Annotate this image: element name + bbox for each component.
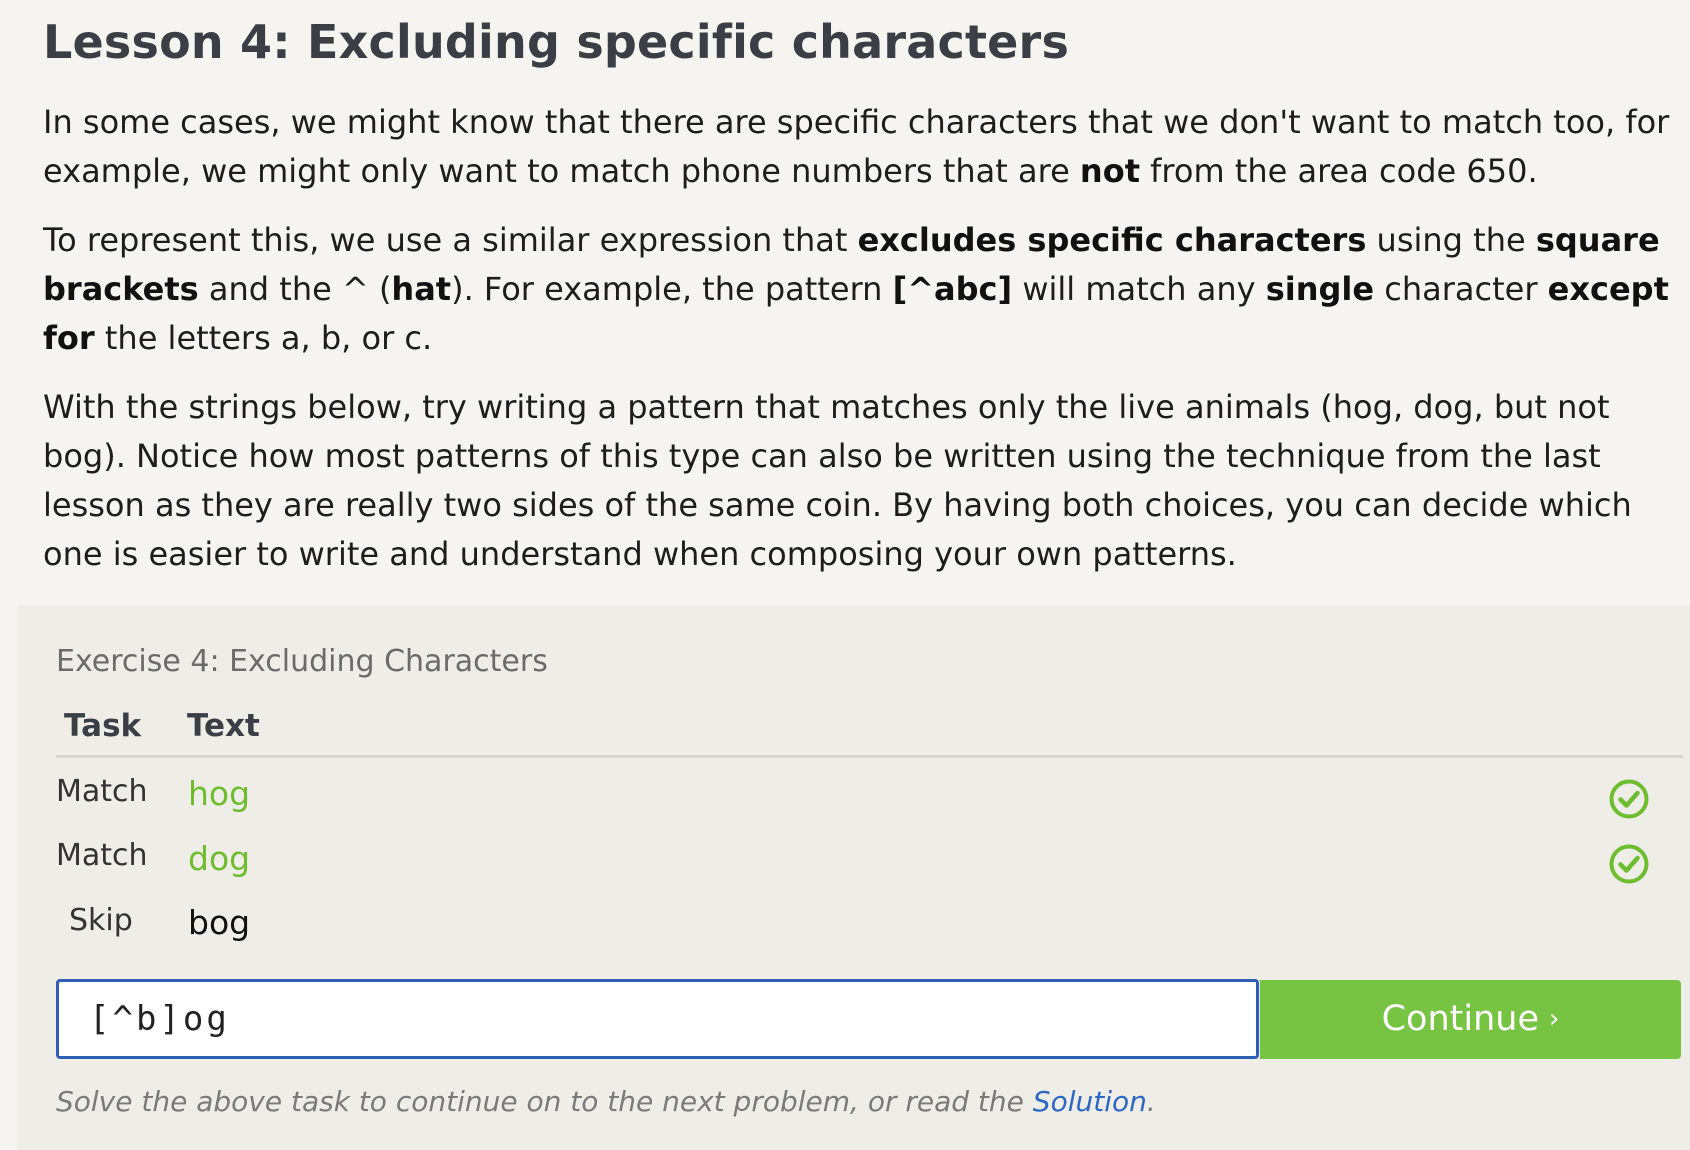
row-text: hog [188,774,251,813]
row-text: dog [188,839,251,878]
row-task-label: Skip [69,903,133,938]
solution-link[interactable]: Solution [1033,1085,1147,1118]
check-circle-icon [1609,844,1649,884]
p2-bold-4: [^abc] [892,270,1013,308]
hint-text: Solve the above task to continue on to t… [56,1085,1033,1118]
p2-text-7: the letters a, b, or c. [94,319,433,357]
exercise-hint: Solve the above task to continue on to t… [56,1082,1156,1122]
p2-bold-5: single [1265,270,1375,308]
p2-text-1: To represent this, we use a similar expr… [43,221,858,259]
regex-pattern-input[interactable] [56,979,1259,1059]
lesson-page: Lesson 4: Excluding specific characters … [0,0,1690,1150]
exercise-panel: Exercise 4: Excluding Characters Task Te… [17,606,1690,1150]
lesson-paragraph-1: In some cases, we might know that there … [43,98,1683,196]
row-task-label: Match [56,774,148,809]
lesson-title: Lesson 4: Excluding specific characters [43,15,1070,69]
p2-text-4: ). For example, the pattern [451,270,893,308]
continue-button-label: Continue [1381,999,1539,1039]
chevron-right-icon: › [1548,1004,1560,1034]
column-header-task: Task [64,708,142,744]
lesson-paragraph-2: To represent this, we use a similar expr… [43,216,1683,363]
p2-bold-1: excludes specific characters [857,221,1367,259]
lesson-paragraph-3: With the strings below, try writing a pa… [43,388,1632,573]
p2-text-2: using the [1366,221,1536,259]
p2-text-6: character [1374,270,1548,308]
row-task-label: Match [56,838,148,873]
check-circle-icon [1609,779,1649,819]
p2-text-5: will match any [1012,270,1266,308]
p1-bold-1: not [1079,152,1140,190]
header-divider [56,755,1683,758]
exercise-title: Exercise 4: Excluding Characters [56,644,548,679]
hint-period: . [1146,1085,1156,1118]
p1-text-2: from the area code 650. [1139,152,1538,190]
p2-text-3: and the ^ ( [198,270,392,308]
row-text: bog [188,903,251,942]
column-header-text: Text [187,708,260,744]
p2-bold-3: hat [391,270,452,308]
continue-button[interactable]: Continue › [1260,980,1681,1059]
